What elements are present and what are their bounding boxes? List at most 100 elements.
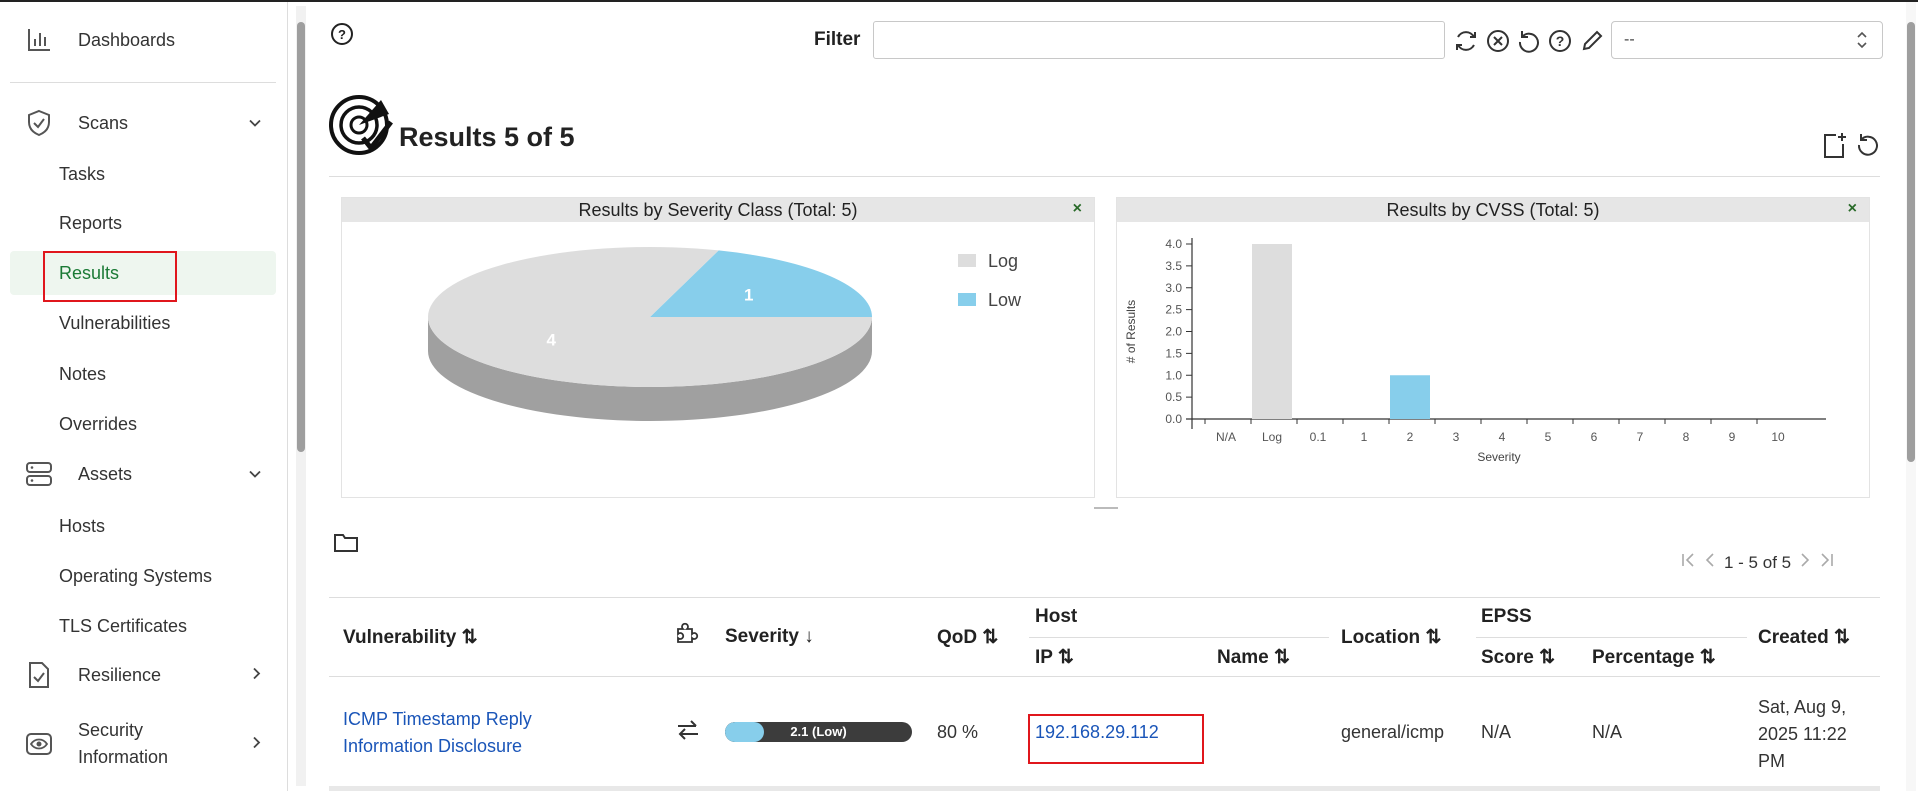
pagination-text: 1 - 5 of 5 bbox=[1724, 552, 1792, 572]
chevron-down-icon[interactable] bbox=[248, 113, 262, 134]
y-tick-label: 2.5 bbox=[1165, 303, 1182, 317]
host-subheader-divider bbox=[1029, 637, 1329, 638]
column-header-name[interactable]: Name ⇅ bbox=[1217, 646, 1290, 669]
main-scrollbar-thumb[interactable] bbox=[1907, 22, 1915, 462]
help-icon[interactable]: ? bbox=[331, 23, 353, 45]
nav-scans[interactable]: Scans bbox=[10, 101, 276, 145]
sidebar-item-results[interactable]: Results bbox=[10, 251, 276, 295]
nav-scans-label: Scans bbox=[78, 112, 129, 133]
chevron-right-icon[interactable] bbox=[252, 734, 262, 755]
nav-dashboards-label: Dashboards bbox=[78, 29, 176, 50]
column-header-created[interactable]: Created ⇅ bbox=[1758, 626, 1850, 649]
shield-check-icon bbox=[22, 106, 56, 140]
legend-swatch bbox=[958, 293, 976, 306]
last-page-icon[interactable] bbox=[1819, 552, 1835, 573]
chevron-right-icon[interactable] bbox=[252, 665, 262, 686]
y-tick-label: 2.0 bbox=[1165, 325, 1182, 339]
filter-select[interactable]: -- bbox=[1611, 21, 1883, 59]
sidebar-item-notes[interactable]: Notes bbox=[10, 352, 276, 396]
close-icon[interactable]: × bbox=[1848, 200, 1857, 218]
column-header-severity[interactable]: Severity ↓ bbox=[725, 626, 814, 648]
created-value: Sat, Aug 9, 2025 11:22 PM bbox=[1758, 697, 1847, 771]
cvss-chart-panel: Results by CVSS (Total: 5) × 0.0 0.5 1.0 1.… bbox=[1116, 197, 1870, 498]
qod-value: 80 % bbox=[937, 722, 979, 742]
next-page-icon[interactable] bbox=[1799, 552, 1811, 573]
resize-handle[interactable] bbox=[1094, 507, 1118, 509]
sidebar-scrollbar-thumb[interactable] bbox=[297, 22, 305, 452]
y-tick-label: 1.0 bbox=[1165, 368, 1182, 382]
title-divider bbox=[329, 176, 1880, 177]
severity-class-chart-panel: Results by Severity Class (Total: 5) × 4… bbox=[341, 197, 1095, 498]
server-icon bbox=[22, 457, 56, 491]
location-value: general/icmp bbox=[1341, 722, 1445, 742]
edit-filter-icon[interactable] bbox=[1579, 28, 1605, 59]
y-axis-label: # of Results bbox=[1124, 300, 1138, 363]
column-header-qod[interactable]: QoD ⇅ bbox=[937, 626, 998, 649]
refresh-filter-icon[interactable] bbox=[1453, 28, 1479, 59]
y-tick-label: 3.0 bbox=[1165, 281, 1182, 295]
filter-help-icon[interactable]: ? bbox=[1547, 28, 1573, 59]
solution-type-icon bbox=[674, 620, 700, 651]
bar-2 bbox=[1390, 375, 1430, 419]
filter-input[interactable] bbox=[873, 21, 1445, 59]
clear-filter-icon[interactable] bbox=[1485, 28, 1511, 59]
filter-label: Filter bbox=[814, 29, 861, 50]
severity-class-chart-header: Results by Severity Class (Total: 5) × bbox=[342, 198, 1094, 222]
nav-assets[interactable]: Assets bbox=[10, 452, 276, 496]
x-tick-label: 1 bbox=[1361, 430, 1368, 444]
table-header-border bbox=[329, 676, 1880, 677]
sidebar-divider bbox=[10, 82, 276, 83]
sidebar-item-tls-certificates[interactable]: TLS Certificates bbox=[10, 604, 276, 648]
nav-security-information[interactable]: Security Information bbox=[10, 716, 276, 772]
host-ip-link[interactable]: 192.168.29.112 bbox=[1035, 722, 1159, 743]
nav-assets-label: Assets bbox=[78, 463, 133, 484]
severity-bar: 2.1 (Low) bbox=[725, 722, 912, 742]
x-tick-label: 5 bbox=[1545, 430, 1552, 444]
nav-security-information-label: Security Information bbox=[78, 720, 169, 767]
sidebar-item-tasks[interactable]: Tasks bbox=[10, 152, 276, 196]
results-radar-icon bbox=[329, 92, 395, 163]
nav-resilience[interactable]: Resilience bbox=[10, 653, 276, 697]
svg-text:?: ? bbox=[1556, 33, 1565, 49]
sidebar-scrollbar[interactable] bbox=[296, 6, 306, 786]
first-page-icon[interactable] bbox=[1680, 552, 1696, 573]
y-tick-label: 0.5 bbox=[1165, 390, 1182, 404]
table-row-border bbox=[329, 786, 1880, 791]
table-top-border bbox=[329, 597, 1880, 598]
cvss-chart-title: Results by CVSS (Total: 5) bbox=[1386, 199, 1600, 220]
legend-label: Low bbox=[988, 290, 1022, 310]
reset-filter-icon[interactable] bbox=[1516, 28, 1542, 59]
sidebar-item-reports[interactable]: Reports bbox=[10, 201, 276, 245]
sidebar-item-hosts[interactable]: Hosts bbox=[10, 504, 276, 548]
close-icon[interactable]: × bbox=[1073, 200, 1082, 218]
severity-bar-label: 2.1 (Low) bbox=[790, 724, 847, 739]
y-tick-label: 4.0 bbox=[1165, 237, 1182, 251]
column-header-vulnerability[interactable]: Vulnerability ⇅ bbox=[343, 626, 478, 649]
vulnerability-link[interactable]: ICMP Timestamp Reply Information Disclos… bbox=[343, 706, 532, 760]
x-tick-label: N/A bbox=[1216, 430, 1236, 444]
cvss-chart-header: Results by CVSS (Total: 5) × bbox=[1117, 198, 1869, 222]
new-dashboard-icon[interactable] bbox=[1822, 131, 1848, 164]
reset-dashboard-icon[interactable] bbox=[1855, 131, 1881, 162]
nav-dashboards[interactable]: Dashboards bbox=[10, 18, 276, 62]
column-header-location[interactable]: Location ⇅ bbox=[1341, 626, 1441, 649]
x-tick-label: 10 bbox=[1771, 430, 1785, 444]
previous-page-icon[interactable] bbox=[1704, 552, 1716, 573]
column-header-host: Host bbox=[1035, 606, 1078, 627]
bar-chart-icon bbox=[22, 23, 56, 57]
severity-pie-chart: 4 1 Log Low bbox=[427, 247, 1022, 421]
y-tick-label: 3.5 bbox=[1165, 259, 1182, 273]
column-header-ip[interactable]: IP ⇅ bbox=[1035, 646, 1074, 669]
main-scrollbar[interactable] bbox=[1906, 2, 1916, 791]
sidebar-item-overrides[interactable]: Overrides bbox=[10, 402, 276, 446]
chevron-down-icon[interactable] bbox=[248, 464, 262, 485]
legend-label: Log bbox=[988, 251, 1018, 271]
sidebar-item-operating-systems[interactable]: Operating Systems bbox=[10, 554, 276, 598]
folder-icon[interactable] bbox=[333, 531, 359, 558]
x-tick-label: 3 bbox=[1453, 430, 1460, 444]
column-header-epss-percentage[interactable]: Percentage ⇅ bbox=[1592, 646, 1716, 669]
column-header-epss-score[interactable]: Score ⇅ bbox=[1481, 646, 1555, 669]
epss-score-value: N/A bbox=[1481, 722, 1512, 742]
sidebar: Dashboards Scans Tasks Reports Results V… bbox=[0, 2, 288, 791]
sidebar-item-vulnerabilities[interactable]: Vulnerabilities bbox=[10, 301, 276, 345]
